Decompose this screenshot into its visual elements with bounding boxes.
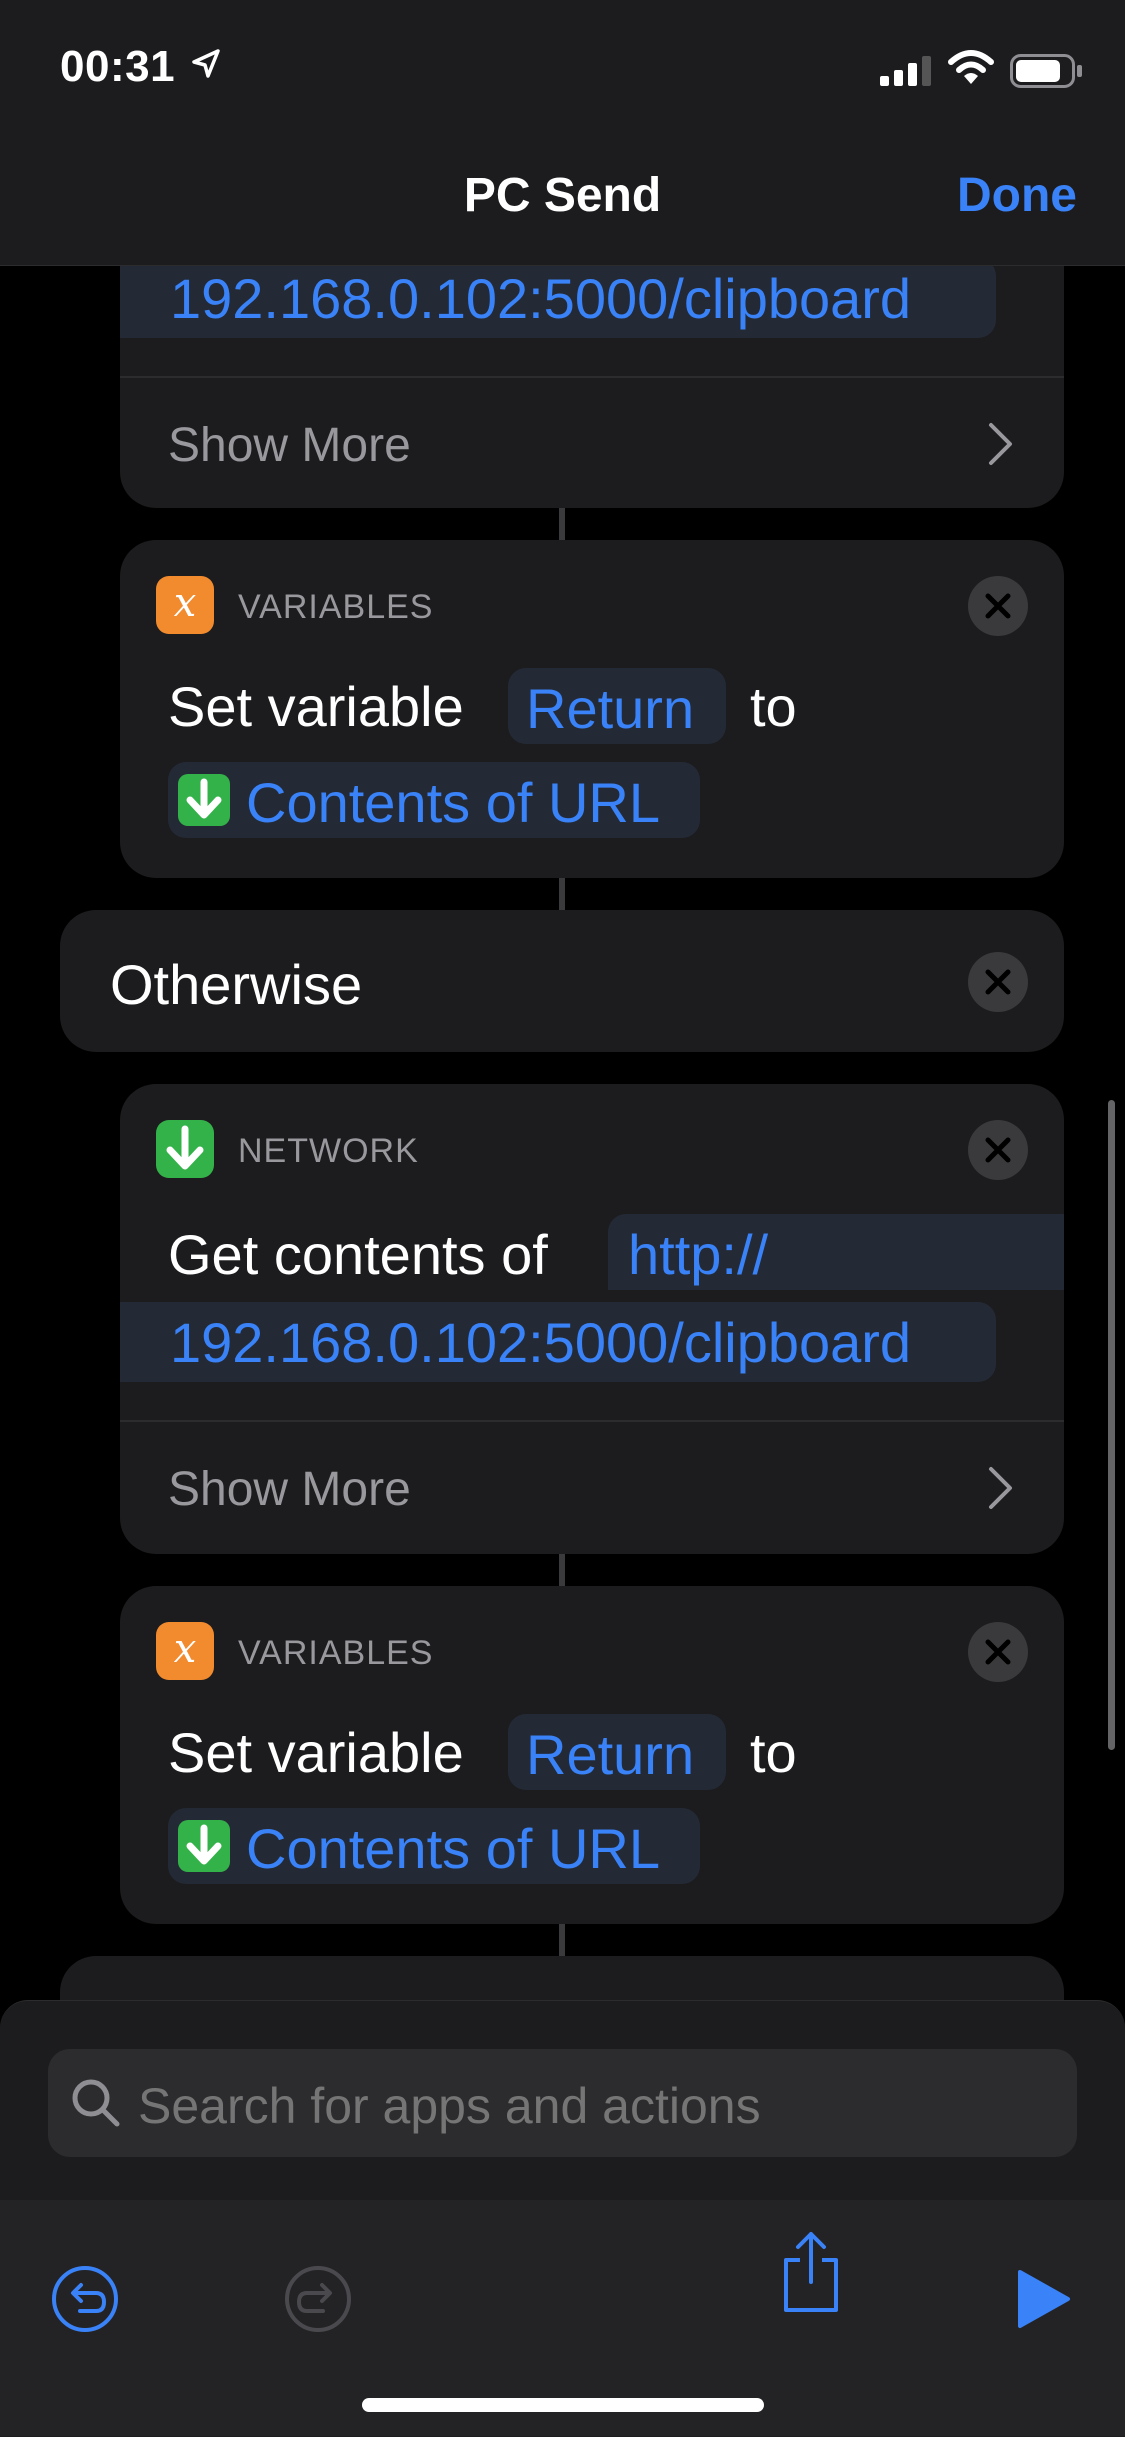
undo-icon[interactable] [50, 2264, 120, 2339]
category-label: VARIABLES [238, 1634, 434, 1672]
category-label: NETWORK [238, 1132, 419, 1170]
url-token[interactable]: 192.168.0.102:5000/clipboard [120, 258, 996, 338]
variable-value-token[interactable]: Contents of URL [168, 762, 700, 838]
location-arrow-icon [190, 48, 222, 85]
connector-line [559, 878, 565, 910]
variable-name-token[interactable]: Return [508, 1714, 726, 1790]
connector-line [559, 1554, 565, 1586]
share-icon[interactable] [780, 2230, 842, 2321]
signal-icon [880, 56, 934, 91]
category-label: VARIABLES [238, 588, 434, 626]
divider [120, 376, 1064, 378]
url-token-text: http:// [628, 1223, 769, 1286]
show-more-label[interactable]: Show More [168, 418, 411, 473]
top-bar: 00:31 PC Send Done [0, 0, 1125, 266]
variables-x-icon: x [156, 1622, 214, 1680]
download-arrow-icon [178, 1820, 230, 1872]
action-text-to: to [750, 675, 797, 738]
close-icon[interactable] [968, 1120, 1028, 1180]
url-token-continued[interactable]: 192.168.0.102:5000/clipboard [120, 1302, 996, 1382]
redo-icon[interactable] [283, 2264, 353, 2339]
show-more-label[interactable]: Show More [168, 1462, 411, 1517]
variable-value-token[interactable]: Contents of URL [168, 1808, 700, 1884]
chevron-right-icon[interactable] [988, 422, 1014, 471]
close-icon[interactable] [968, 1622, 1028, 1682]
status-time: 00:31 [60, 42, 176, 91]
action-text: Set variable [168, 675, 464, 738]
done-button[interactable]: Done [957, 168, 1077, 223]
battery-icon [1010, 54, 1084, 93]
action-text: Get contents of [168, 1223, 548, 1286]
play-icon[interactable] [1016, 2268, 1072, 2335]
search-icon [70, 2077, 122, 2134]
otherwise-label: Otherwise [110, 953, 363, 1016]
chevron-right-icon[interactable] [988, 1466, 1014, 1515]
search-field[interactable] [48, 2049, 1077, 2157]
download-arrow-icon [178, 774, 230, 826]
divider [120, 1420, 1064, 1422]
wifi-icon [948, 50, 994, 91]
url-token[interactable]: http:// [608, 1214, 1064, 1290]
connector-line [559, 508, 565, 540]
variable-name: Return [526, 1723, 695, 1786]
close-icon[interactable] [968, 576, 1028, 636]
variable-value: Contents of URL [246, 1817, 660, 1880]
action-text: Set variable [168, 1721, 464, 1784]
scrollbar[interactable] [1108, 1100, 1115, 1750]
action-text-to: to [750, 1721, 797, 1784]
download-arrow-icon [156, 1120, 214, 1178]
search-input[interactable] [138, 2077, 1038, 2135]
connector-line [559, 1924, 565, 1956]
url-token-text: 192.168.0.102:5000/clipboard [170, 1311, 912, 1374]
variable-name-token[interactable]: Return [508, 668, 726, 744]
url-token-text: 192.168.0.102:5000/clipboard [170, 267, 912, 330]
close-icon[interactable] [968, 952, 1028, 1012]
variables-x-icon: x [156, 576, 214, 634]
variable-value: Contents of URL [246, 771, 660, 834]
variable-name: Return [526, 677, 695, 740]
home-indicator [362, 2398, 764, 2412]
